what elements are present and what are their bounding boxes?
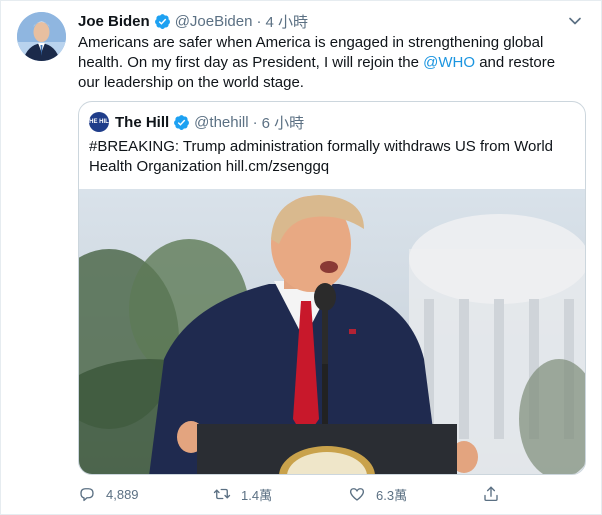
tweet-text-line: Americans are safer when America is enga… [78, 34, 544, 51]
retweet-icon [213, 488, 231, 500]
quoted-timestamp[interactable]: 6 小時 [262, 112, 305, 133]
reply-count: 4,889 [106, 486, 139, 502]
like-count: 6.3萬 [376, 487, 408, 503]
separator-dot: · [252, 113, 258, 131]
tweet-text-segment: health. On my first day as President, I … [78, 54, 424, 71]
chevron-down-icon[interactable] [565, 11, 585, 31]
heart-icon [349, 488, 365, 501]
verified-badge-icon [174, 114, 190, 130]
tweet-header: Joe Biden @JoeBiden · 4 小時 [78, 11, 308, 31]
quoted-media-image[interactable] [79, 189, 585, 474]
tweet-body: Americans are safer when America is enga… [78, 33, 578, 93]
like-button[interactable]: 6.3萬 [348, 483, 407, 505]
speaker-at-podium-photo-icon [79, 189, 585, 474]
verified-badge-icon [154, 13, 170, 29]
tweet-text-segment: and restore [475, 54, 556, 71]
share-icon [484, 486, 498, 502]
mention-link[interactable]: @WHO [423, 54, 475, 71]
author-name[interactable]: Joe Biden [78, 13, 150, 30]
quoted-author-avatar[interactable]: THE HILL [86, 112, 113, 132]
separator-dot: · [256, 12, 262, 30]
quoted-avatar-logo-text: THE HILL [85, 119, 113, 125]
user-avatar-icon [17, 12, 66, 61]
author-handle[interactable]: @JoeBiden [175, 13, 253, 30]
quoted-text-line: Health Organization hill.cm/zsenggq [89, 158, 330, 175]
tweet-actions-bar: 4,889 1.4萬 6.3萬 [78, 483, 508, 505]
share-button[interactable] [482, 483, 500, 505]
reply-button[interactable]: 4,889 [78, 483, 139, 505]
tweet-timestamp[interactable]: 4 小時 [265, 11, 308, 32]
tweet-text-line: health. On my first day as President, I … [78, 53, 578, 73]
quoted-tweet[interactable]: THE HILL The Hill @thehill · 6 小時 #BREAK… [78, 101, 586, 475]
quoted-author-handle[interactable]: @thehill [194, 114, 248, 131]
reply-icon [80, 488, 94, 502]
retweet-count: 1.4萬 [241, 487, 273, 503]
quoted-tweet-header: THE HILL The Hill @thehill · 6 小時 [86, 111, 305, 133]
tweet-text-line: our leadership on the world stage. [78, 74, 304, 91]
tweet-card[interactable]: Joe Biden @JoeBiden · 4 小時 Americans are… [0, 0, 602, 515]
quoted-author-name[interactable]: The Hill [115, 114, 169, 131]
quoted-tweet-body: #BREAKING: Trump administration formally… [89, 137, 579, 177]
quoted-text-line: #BREAKING: Trump administration formally… [89, 138, 554, 155]
author-avatar[interactable] [17, 12, 66, 61]
retweet-button[interactable]: 1.4萬 [213, 483, 272, 505]
